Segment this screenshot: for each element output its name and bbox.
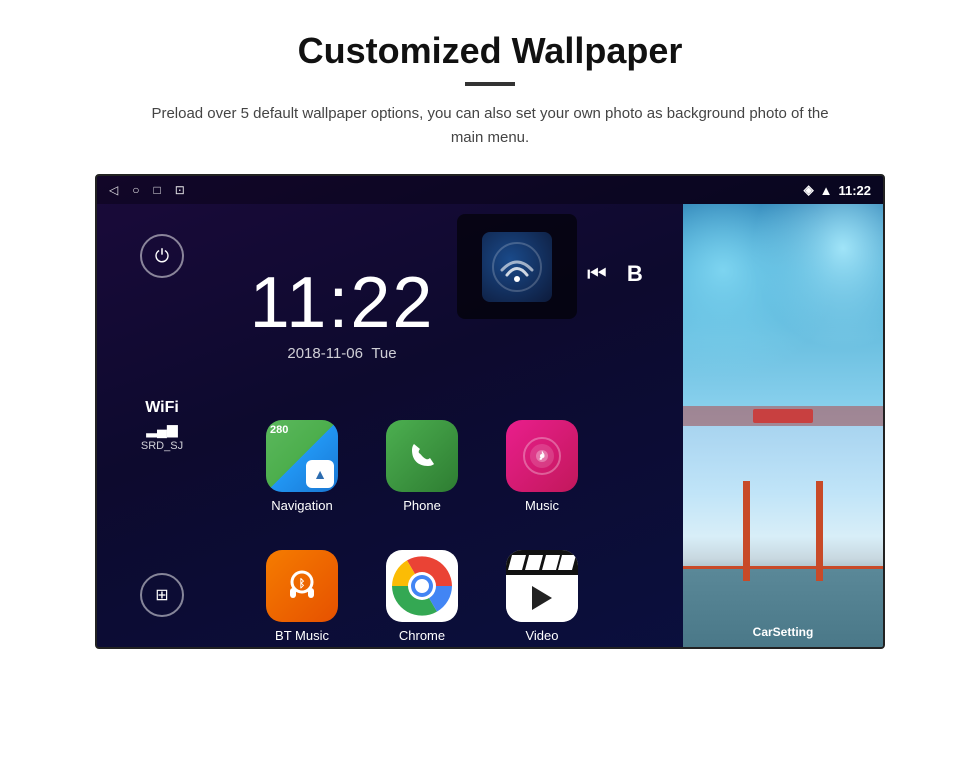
clock-time: 11:22: [250, 267, 435, 339]
video-app-icon: [506, 550, 578, 622]
wifi-info: WiFi ▂▄▆ SRD_SJ: [141, 399, 183, 452]
wallpaper-thumbnails: CarSetting: [683, 204, 883, 647]
media-controls: ⏮ B: [587, 261, 643, 287]
app-grid: 280 ▲ Navigation Phone: [227, 406, 617, 649]
page-subtitle: Preload over 5 default wallpaper options…: [140, 102, 840, 150]
wallpaper-bridge[interactable]: CarSetting: [683, 426, 883, 648]
app-btmusic[interactable]: ᛒ BT Music: [247, 536, 357, 649]
music-label: Music: [525, 498, 559, 513]
navigation-label: Navigation: [271, 498, 332, 513]
svg-text:♪: ♪: [538, 447, 546, 464]
power-button[interactable]: ⏻: [140, 234, 184, 278]
bluetooth-headphone-icon: ᛒ: [282, 566, 322, 606]
btmusic-app-icon: ᛒ: [266, 550, 338, 622]
music-app-icon: ♪: [506, 420, 578, 492]
wifi-ssid: SRD_SJ: [141, 440, 183, 452]
play-triangle-icon: [532, 586, 552, 610]
phone-handset-icon: [402, 436, 442, 476]
clock-date: 2018-11-06 Tue: [287, 345, 396, 362]
car-setting-label: CarSetting: [753, 625, 814, 639]
video-label: Video: [525, 628, 558, 643]
signal-icon: ▲: [820, 183, 833, 198]
media-widget: [457, 214, 577, 319]
clapper-stripe-3: [541, 555, 559, 570]
page-title: Customized Wallpaper: [60, 30, 920, 72]
nav-road-label: 280: [270, 424, 288, 436]
back-arrow-icon: ◁: [109, 183, 118, 197]
home-circle-icon: ○: [132, 183, 139, 197]
bridge-scene-image: CarSetting: [683, 426, 883, 648]
chrome-logo-icon: [386, 550, 458, 622]
app-video[interactable]: Video: [487, 536, 597, 649]
app-phone[interactable]: Phone: [367, 406, 477, 526]
status-bar: ◁ ○ □ ⊡ ◈ ▲ 11:22: [97, 176, 883, 204]
status-left: ◁ ○ □ ⊡: [109, 183, 185, 197]
clapper-board-icon: [506, 550, 578, 622]
apps-button[interactable]: ⊞: [140, 573, 184, 617]
android-screen: ◁ ○ □ ⊡ ◈ ▲ 11:22 ⏻ WiFi ▂▄▆ SRD_SJ: [95, 174, 885, 649]
clapper-stripe-2: [525, 555, 543, 570]
navigation-app-icon: 280 ▲: [266, 420, 338, 492]
device-container: ◁ ○ □ ⊡ ◈ ▲ 11:22 ⏻ WiFi ▂▄▆ SRD_SJ: [60, 174, 920, 649]
overview-square-icon: □: [153, 183, 160, 197]
wifi-signal-icon: [492, 242, 542, 292]
music-note-icon: ♪: [522, 436, 562, 476]
prev-track-icon[interactable]: ⏮: [587, 261, 607, 287]
app-navigation[interactable]: 280 ▲ Navigation: [247, 406, 357, 526]
status-time: 11:22: [838, 183, 871, 198]
clapper-bottom: [506, 575, 578, 622]
btmusic-label: BT Music: [275, 628, 329, 643]
svg-text:ᛒ: ᛒ: [299, 578, 306, 590]
phone-app-icon: [386, 420, 458, 492]
next-track-label: B: [627, 261, 643, 287]
wifi-label: WiFi: [141, 399, 183, 417]
status-right: ◈ ▲ 11:22: [804, 182, 871, 198]
nav-compass-icon: ▲: [306, 460, 334, 488]
location-icon: ◈: [804, 182, 814, 198]
camera-icon: ⊡: [175, 183, 185, 197]
phone-label: Phone: [403, 498, 441, 513]
clapper-top: [506, 550, 578, 575]
clock-area: 11:22 2018-11-06 Tue: [227, 204, 457, 404]
app-chrome[interactable]: Chrome: [367, 536, 477, 649]
left-sidebar: ⏻ WiFi ▂▄▆ SRD_SJ ⊞: [97, 204, 227, 647]
wifi-bars-icon: ▂▄▆: [141, 421, 183, 438]
clapper-stripe-4: [558, 555, 576, 570]
chrome-app-icon: [386, 550, 458, 622]
app-music[interactable]: ♪ Music: [487, 406, 597, 526]
media-icon: [482, 232, 552, 302]
clapper-stripe-1: [508, 555, 526, 570]
ice-cave-image: [683, 204, 883, 426]
chrome-label: Chrome: [399, 628, 445, 643]
wallpaper-ice-cave[interactable]: [683, 204, 883, 426]
title-divider: [465, 82, 515, 86]
